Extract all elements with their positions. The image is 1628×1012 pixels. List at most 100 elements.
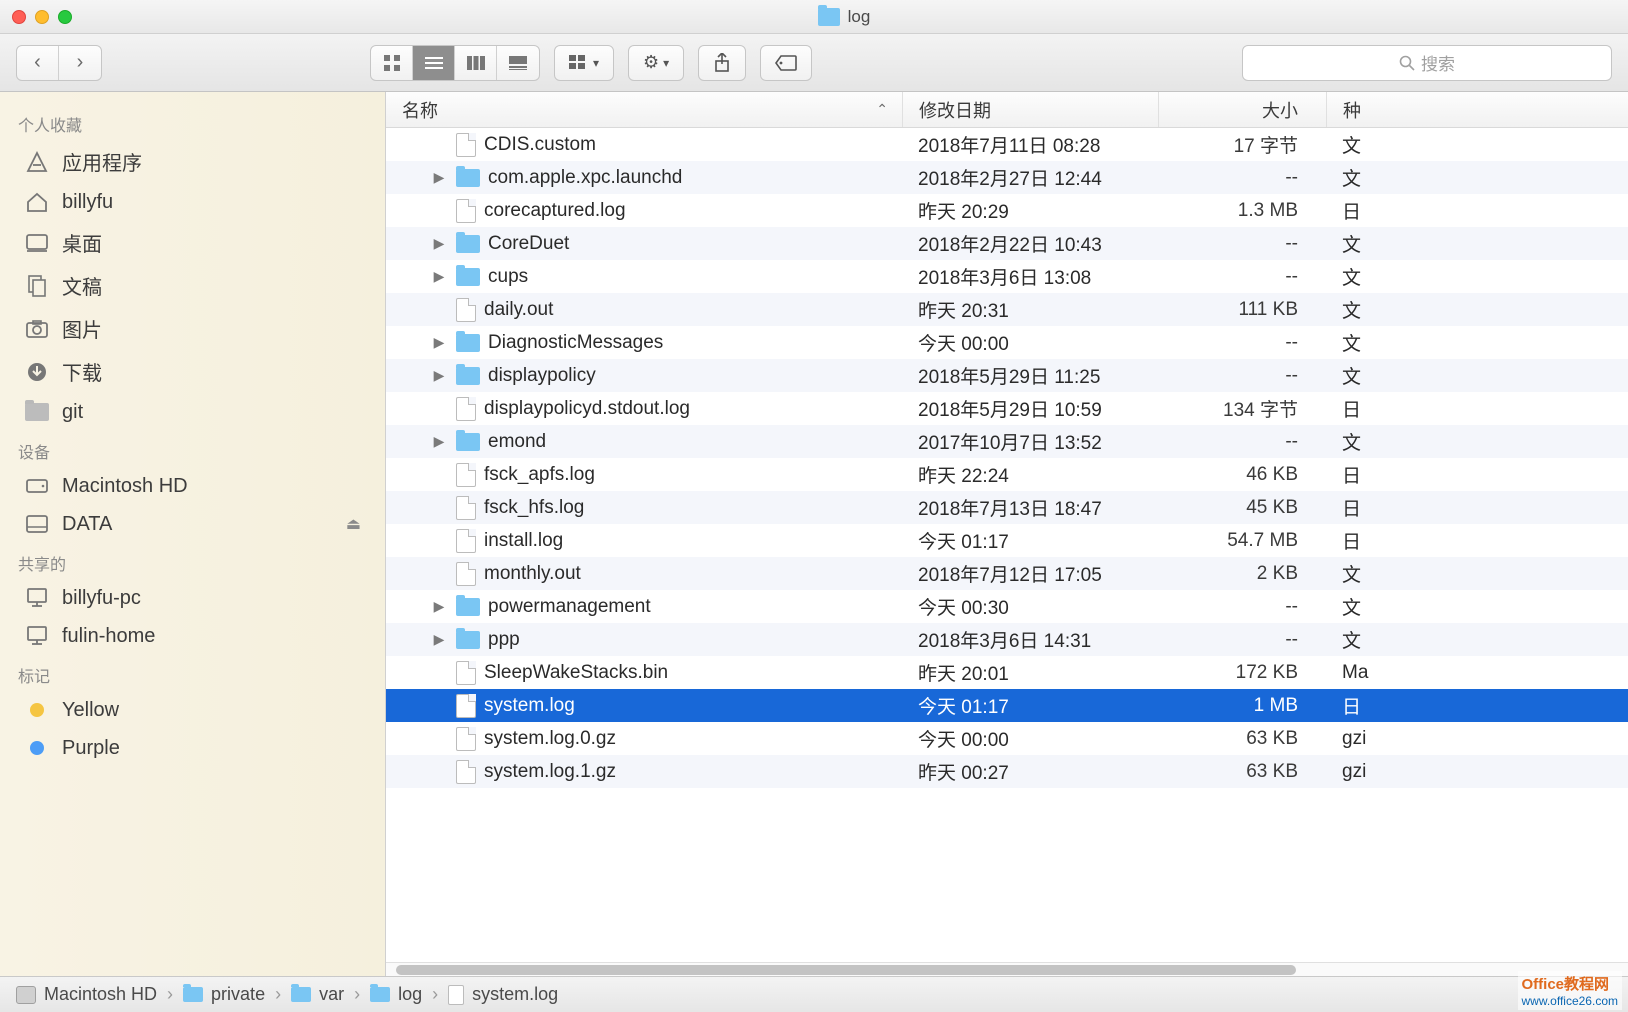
disclosure-triangle-icon[interactable]: ▶ bbox=[430, 433, 448, 450]
file-row[interactable]: ▶ppp2018年3月6日 14:31--文 bbox=[386, 623, 1628, 656]
disclosure-triangle-icon[interactable]: ▶ bbox=[430, 268, 448, 285]
path-item[interactable]: system.log bbox=[448, 984, 558, 1005]
file-kind: 日 bbox=[1326, 527, 1628, 554]
file-icon bbox=[456, 760, 476, 784]
sidebar-item[interactable]: DATA ⏏ bbox=[0, 505, 385, 543]
disclosure-triangle-icon[interactable]: ▶ bbox=[430, 235, 448, 252]
file-row[interactable]: displaypolicyd.stdout.log2018年5月29日 10:5… bbox=[386, 392, 1628, 425]
file-row[interactable]: ▶powermanagement今天 00:30--文 bbox=[386, 590, 1628, 623]
column-header-size[interactable]: 大小 bbox=[1158, 92, 1326, 127]
disclosure-triangle-icon[interactable]: ▶ bbox=[430, 631, 448, 648]
sidebar: 个人收藏应用程序billyfu桌面文稿图片下载git设备Macintosh HD… bbox=[0, 92, 386, 976]
file-size: 1 MB bbox=[1158, 695, 1326, 717]
sidebar-item-label: DATA bbox=[62, 513, 112, 536]
file-row[interactable]: fsck_hfs.log2018年7月13日 18:4745 KB日 bbox=[386, 491, 1628, 524]
forward-button[interactable]: › bbox=[59, 46, 101, 80]
hd-icon bbox=[16, 986, 36, 1004]
folder-icon bbox=[456, 367, 480, 385]
path-separator-icon: › bbox=[167, 984, 173, 1005]
disclosure-triangle-icon[interactable]: ▶ bbox=[430, 334, 448, 351]
docs-icon bbox=[24, 274, 50, 298]
sidebar-item-label: billyfu bbox=[62, 191, 113, 214]
sidebar-item[interactable]: 桌面 bbox=[0, 221, 385, 264]
tag-yellow-icon bbox=[24, 698, 50, 722]
path-label: system.log bbox=[472, 984, 558, 1005]
gallery-view-button[interactable] bbox=[497, 46, 539, 80]
file-name: powermanagement bbox=[488, 596, 651, 618]
file-row[interactable]: corecaptured.log昨天 20:291.3 MB日 bbox=[386, 194, 1628, 227]
file-row[interactable]: system.log.0.gz今天 00:0063 KBgzi bbox=[386, 722, 1628, 755]
sidebar-item[interactable]: fulin-home bbox=[0, 617, 385, 655]
icon-view-button[interactable] bbox=[371, 46, 413, 80]
path-item[interactable]: var bbox=[291, 984, 344, 1005]
file-size: -- bbox=[1158, 233, 1326, 255]
file-row[interactable]: install.log今天 01:1754.7 MB日 bbox=[386, 524, 1628, 557]
back-button[interactable]: ‹ bbox=[17, 46, 59, 80]
file-kind: 日 bbox=[1326, 395, 1628, 422]
file-kind: gzi bbox=[1326, 761, 1628, 783]
file-size: -- bbox=[1158, 266, 1326, 288]
disclosure-triangle-icon[interactable]: ▶ bbox=[430, 367, 448, 384]
maximize-icon[interactable] bbox=[58, 10, 72, 24]
minimize-icon[interactable] bbox=[35, 10, 49, 24]
file-row[interactable]: CDIS.custom2018年7月11日 08:2817 字节文 bbox=[386, 128, 1628, 161]
sidebar-item[interactable]: git bbox=[0, 393, 385, 431]
horizontal-scrollbar[interactable] bbox=[386, 962, 1628, 976]
sidebar-item[interactable]: 图片 bbox=[0, 307, 385, 350]
column-view-button[interactable] bbox=[455, 46, 497, 80]
sidebar-item[interactable]: 文稿 bbox=[0, 264, 385, 307]
file-kind: 日 bbox=[1326, 692, 1628, 719]
tags-button[interactable] bbox=[760, 45, 812, 81]
file-row[interactable]: ▶cups2018年3月6日 13:08--文 bbox=[386, 260, 1628, 293]
file-kind: 文 bbox=[1326, 362, 1628, 389]
sidebar-item[interactable]: Yellow bbox=[0, 691, 385, 729]
file-size: 172 KB bbox=[1158, 662, 1326, 684]
file-row[interactable]: fsck_apfs.log昨天 22:2446 KB日 bbox=[386, 458, 1628, 491]
column-header-kind[interactable]: 种 bbox=[1326, 92, 1628, 127]
disclosure-triangle-icon[interactable]: ▶ bbox=[430, 169, 448, 186]
file-kind: 文 bbox=[1326, 593, 1628, 620]
disclosure-triangle-icon[interactable]: ▶ bbox=[430, 598, 448, 615]
arrange-button[interactable]: ▾ bbox=[554, 45, 614, 81]
file-row[interactable]: daily.out昨天 20:31111 KB文 bbox=[386, 293, 1628, 326]
column-header-name[interactable]: 名称 ⌃ bbox=[386, 97, 902, 123]
file-row[interactable]: ▶displaypolicy2018年5月29日 11:25--文 bbox=[386, 359, 1628, 392]
file-row[interactable]: system.log今天 01:171 MB日 bbox=[386, 689, 1628, 722]
file-row[interactable]: ▶emond2017年10月7日 13:52--文 bbox=[386, 425, 1628, 458]
action-button[interactable]: ⚙ ▾ bbox=[628, 45, 684, 81]
folder-icon bbox=[183, 987, 203, 1002]
file-row[interactable]: SleepWakeStacks.bin昨天 20:01172 KBMa bbox=[386, 656, 1628, 689]
file-kind: 日 bbox=[1326, 197, 1628, 224]
file-row[interactable]: ▶com.apple.xpc.launchd2018年2月27日 12:44--… bbox=[386, 161, 1628, 194]
sidebar-item-label: 应用程序 bbox=[62, 147, 142, 176]
file-size: -- bbox=[1158, 629, 1326, 651]
file-row[interactable]: ▶DiagnosticMessages今天 00:00--文 bbox=[386, 326, 1628, 359]
sidebar-item[interactable]: billyfu bbox=[0, 183, 385, 221]
hd-icon bbox=[24, 474, 50, 498]
path-item[interactable]: private bbox=[183, 984, 265, 1005]
sidebar-item[interactable]: 下载 bbox=[0, 350, 385, 393]
close-icon[interactable] bbox=[12, 10, 26, 24]
path-item[interactable]: log bbox=[370, 984, 422, 1005]
sidebar-item[interactable]: billyfu-pc bbox=[0, 579, 385, 617]
sidebar-item-label: Macintosh HD bbox=[62, 475, 188, 498]
path-separator-icon: › bbox=[275, 984, 281, 1005]
share-button[interactable] bbox=[698, 45, 746, 81]
file-kind: 文 bbox=[1326, 296, 1628, 323]
sidebar-item[interactable]: 应用程序 bbox=[0, 140, 385, 183]
file-row[interactable]: system.log.1.gz昨天 00:2763 KBgzi bbox=[386, 755, 1628, 788]
column-header-date[interactable]: 修改日期 bbox=[902, 92, 1158, 127]
watermark: Office教程网 www.office26.com bbox=[1518, 971, 1623, 1010]
sidebar-item[interactable]: Macintosh HD bbox=[0, 467, 385, 505]
file-name: SleepWakeStacks.bin bbox=[484, 662, 668, 684]
file-row[interactable]: monthly.out2018年7月12日 17:052 KB文 bbox=[386, 557, 1628, 590]
search-field[interactable]: 搜索 bbox=[1242, 45, 1612, 81]
sidebar-item[interactable]: Purple bbox=[0, 729, 385, 767]
file-size: -- bbox=[1158, 596, 1326, 618]
eject-icon[interactable]: ⏏ bbox=[346, 514, 361, 534]
pics-icon bbox=[24, 317, 50, 341]
folder-icon bbox=[456, 334, 480, 352]
file-row[interactable]: ▶CoreDuet2018年2月22日 10:43--文 bbox=[386, 227, 1628, 260]
list-view-button[interactable] bbox=[413, 46, 455, 80]
path-item[interactable]: Macintosh HD bbox=[16, 984, 157, 1005]
